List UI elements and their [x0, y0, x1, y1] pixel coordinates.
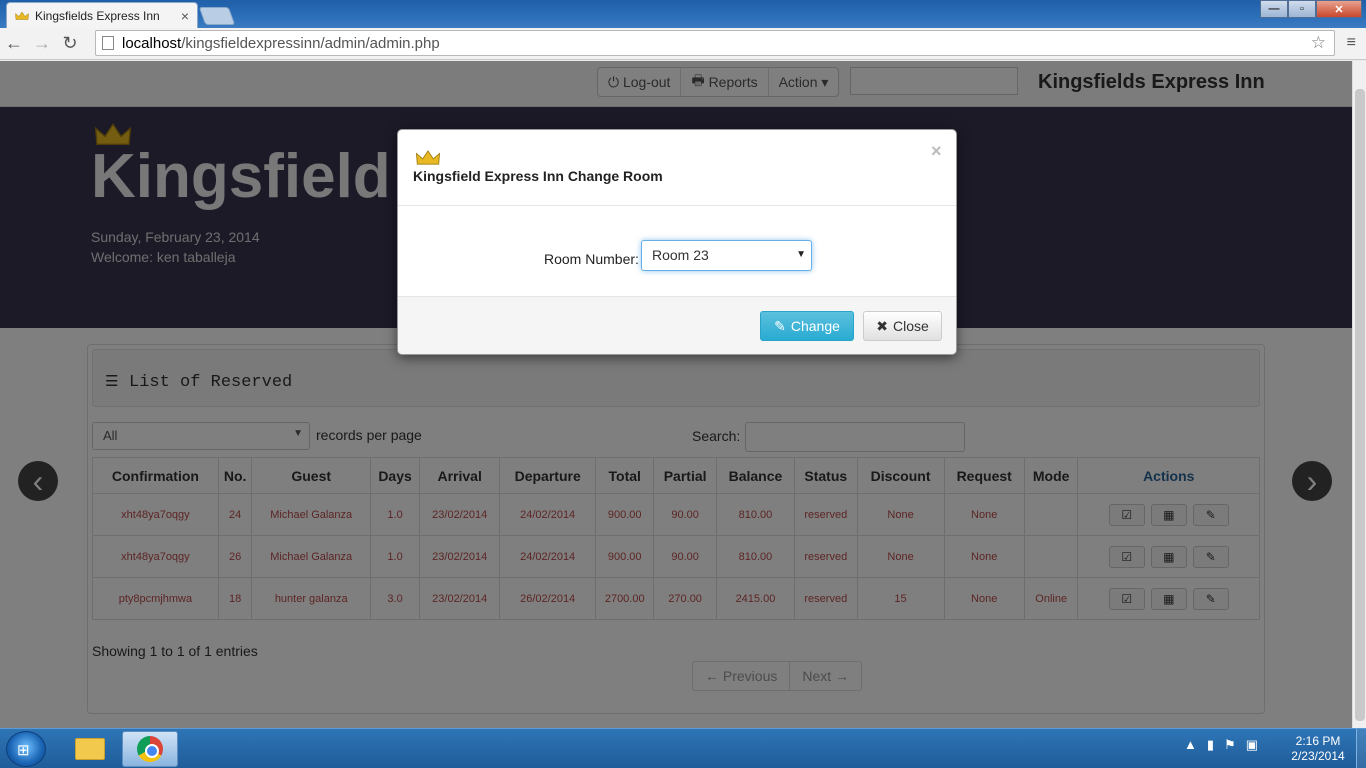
- reload-icon[interactable]: ↻: [56, 30, 84, 58]
- system-tray: ▲ ▮ ⚑ ▣: [1184, 737, 1258, 753]
- folder-icon: [75, 738, 105, 760]
- window-controls: — ▫ ✕: [1260, 0, 1362, 18]
- maximize-button[interactable]: ▫: [1288, 0, 1316, 18]
- browser-titlebar: Kingsfields Express Inn × — ▫ ✕: [0, 0, 1366, 28]
- edit-icon: ✎: [774, 317, 786, 334]
- show-desktop-button[interactable]: [1356, 729, 1366, 768]
- browser-menu-icon[interactable]: ≡: [1347, 34, 1356, 52]
- room-number-select[interactable]: Room 23 ▼: [641, 240, 812, 271]
- app-tray-icon[interactable]: ▣: [1246, 737, 1258, 753]
- back-icon[interactable]: ←: [0, 30, 28, 58]
- clock-date: 2/23/2014: [1291, 749, 1345, 763]
- tab-close-icon[interactable]: ×: [181, 8, 189, 24]
- flag-icon[interactable]: ⚑: [1224, 737, 1236, 753]
- room-number-label: Room Number:: [544, 251, 639, 267]
- close-icon: ✖: [876, 317, 888, 334]
- bookmark-star-icon[interactable]: ☆: [1311, 33, 1326, 53]
- url-text: localhost/kingsfieldexpressinn/admin/adm…: [122, 34, 440, 52]
- browser-tab[interactable]: Kingsfields Express Inn ×: [6, 2, 198, 28]
- chrome-icon: [137, 736, 163, 762]
- change-room-modal: Kingsfield Express Inn Change Room × Roo…: [397, 129, 957, 355]
- forward-icon[interactable]: →: [28, 30, 56, 58]
- crown-icon: [415, 150, 441, 165]
- start-button[interactable]: ⊞: [6, 731, 46, 767]
- address-bar[interactable]: localhost/kingsfieldexpressinn/admin/adm…: [95, 30, 1335, 56]
- new-tab-button[interactable]: [198, 7, 236, 25]
- modal-footer: ✎ Change ✖ Close: [398, 296, 956, 354]
- tray-expand-icon[interactable]: ▲: [1184, 737, 1197, 753]
- taskbar-chrome[interactable]: [122, 731, 178, 767]
- windows-logo-icon: ⊞: [17, 742, 30, 759]
- modal-close-icon[interactable]: ×: [931, 141, 942, 162]
- minimize-button[interactable]: —: [1260, 0, 1288, 18]
- close-button[interactable]: ✖ Close: [863, 311, 942, 341]
- clock-time: 2:16 PM: [1295, 734, 1341, 748]
- scrollbar-thumb[interactable]: [1355, 89, 1365, 721]
- change-button[interactable]: ✎ Change: [760, 311, 854, 341]
- page-scrollbar[interactable]: [1352, 61, 1366, 728]
- modal-title: Kingsfield Express Inn Change Room: [413, 168, 663, 184]
- windows-taskbar: ⊞ ▲ ▮ ⚑ ▣ 2:16 PM 2/23/2014: [0, 728, 1366, 768]
- clock[interactable]: 2:16 PM 2/23/2014: [1290, 734, 1346, 764]
- close-window-button[interactable]: ✕: [1316, 0, 1362, 18]
- network-icon[interactable]: ▮: [1207, 737, 1214, 753]
- tab-title: Kingsfields Express Inn: [35, 8, 160, 23]
- taskbar-explorer[interactable]: [62, 731, 118, 767]
- crown-icon: [15, 11, 29, 20]
- page-icon: [102, 36, 114, 50]
- caret-down-icon: ▼: [796, 249, 806, 260]
- modal-header: Kingsfield Express Inn Change Room ×: [398, 130, 956, 206]
- browser-toolbar: ← → ↻ localhost/kingsfieldexpressinn/adm…: [0, 28, 1366, 60]
